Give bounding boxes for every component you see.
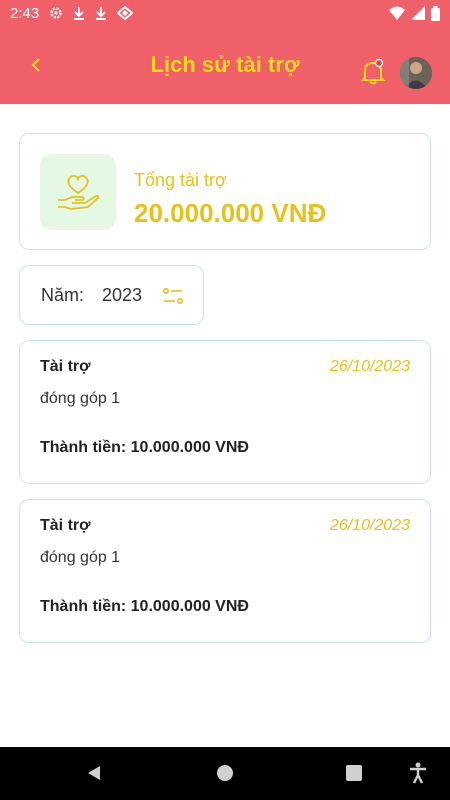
year-label: Năm:: [41, 285, 85, 305]
square-recents-icon: [346, 765, 362, 781]
nav-back-button[interactable]: [82, 761, 106, 785]
filter-button[interactable]: [162, 285, 184, 307]
battery-icon: [431, 5, 440, 21]
donation-amount: Thành tiền: 10.000.000 VNĐ: [40, 439, 249, 456]
year-filter[interactable]: Năm: 2023: [19, 265, 204, 325]
donation-date: 26/10/2023: [329, 517, 410, 534]
filter-icon: [162, 287, 184, 305]
download-icon: [96, 7, 107, 20]
status-bar: 2:43: [0, 0, 450, 26]
wifi-icon: [389, 6, 405, 20]
user-photo: [400, 57, 432, 89]
download-icon: [74, 7, 85, 20]
donation-type: Tài trợ: [40, 358, 91, 375]
heart-hand-icon-box: [40, 154, 116, 230]
signal-icon: [411, 6, 425, 20]
settings-icon: [50, 7, 62, 19]
system-nav-bar: [0, 747, 450, 800]
notification-button[interactable]: [358, 57, 388, 87]
nav-recents-button[interactable]: [342, 761, 366, 785]
donation-description: đóng góp 1: [40, 390, 121, 407]
triangle-back-icon: [88, 766, 100, 780]
status-time: 2:43: [10, 4, 40, 22]
donation-type: Tài trợ: [40, 517, 91, 534]
donation-date: 26/10/2023: [329, 358, 410, 375]
donation-amount: Thành tiền: 10.000.000 VNĐ: [40, 598, 249, 615]
diamond-icon: [117, 6, 134, 20]
total-donation-card: Tổng tài trợ 20.000.000 VNĐ: [19, 133, 431, 250]
avatar[interactable]: [400, 57, 432, 89]
back-button[interactable]: [22, 48, 50, 82]
accessibility-button[interactable]: [406, 761, 430, 785]
accessibility-icon: [410, 762, 426, 784]
heart-hand-icon: [58, 174, 100, 210]
donation-card[interactable]: Tài trợ 26/10/2023 đóng góp 1 Thành tiền…: [19, 340, 431, 484]
total-label: Tổng tài trợ: [134, 170, 227, 190]
chevron-left-icon: [31, 58, 40, 72]
bell-icon: [360, 58, 386, 85]
circle-home-icon: [217, 765, 233, 781]
year-value: 2023: [102, 285, 143, 305]
donation-card[interactable]: Tài trợ 26/10/2023 đóng góp 1 Thành tiền…: [19, 499, 431, 643]
donation-description: đóng góp 1: [40, 549, 121, 566]
nav-home-button[interactable]: [213, 761, 237, 785]
total-value: 20.000.000 VNĐ: [134, 198, 327, 228]
app-bar: Lịch sử tài trợ: [0, 26, 450, 104]
